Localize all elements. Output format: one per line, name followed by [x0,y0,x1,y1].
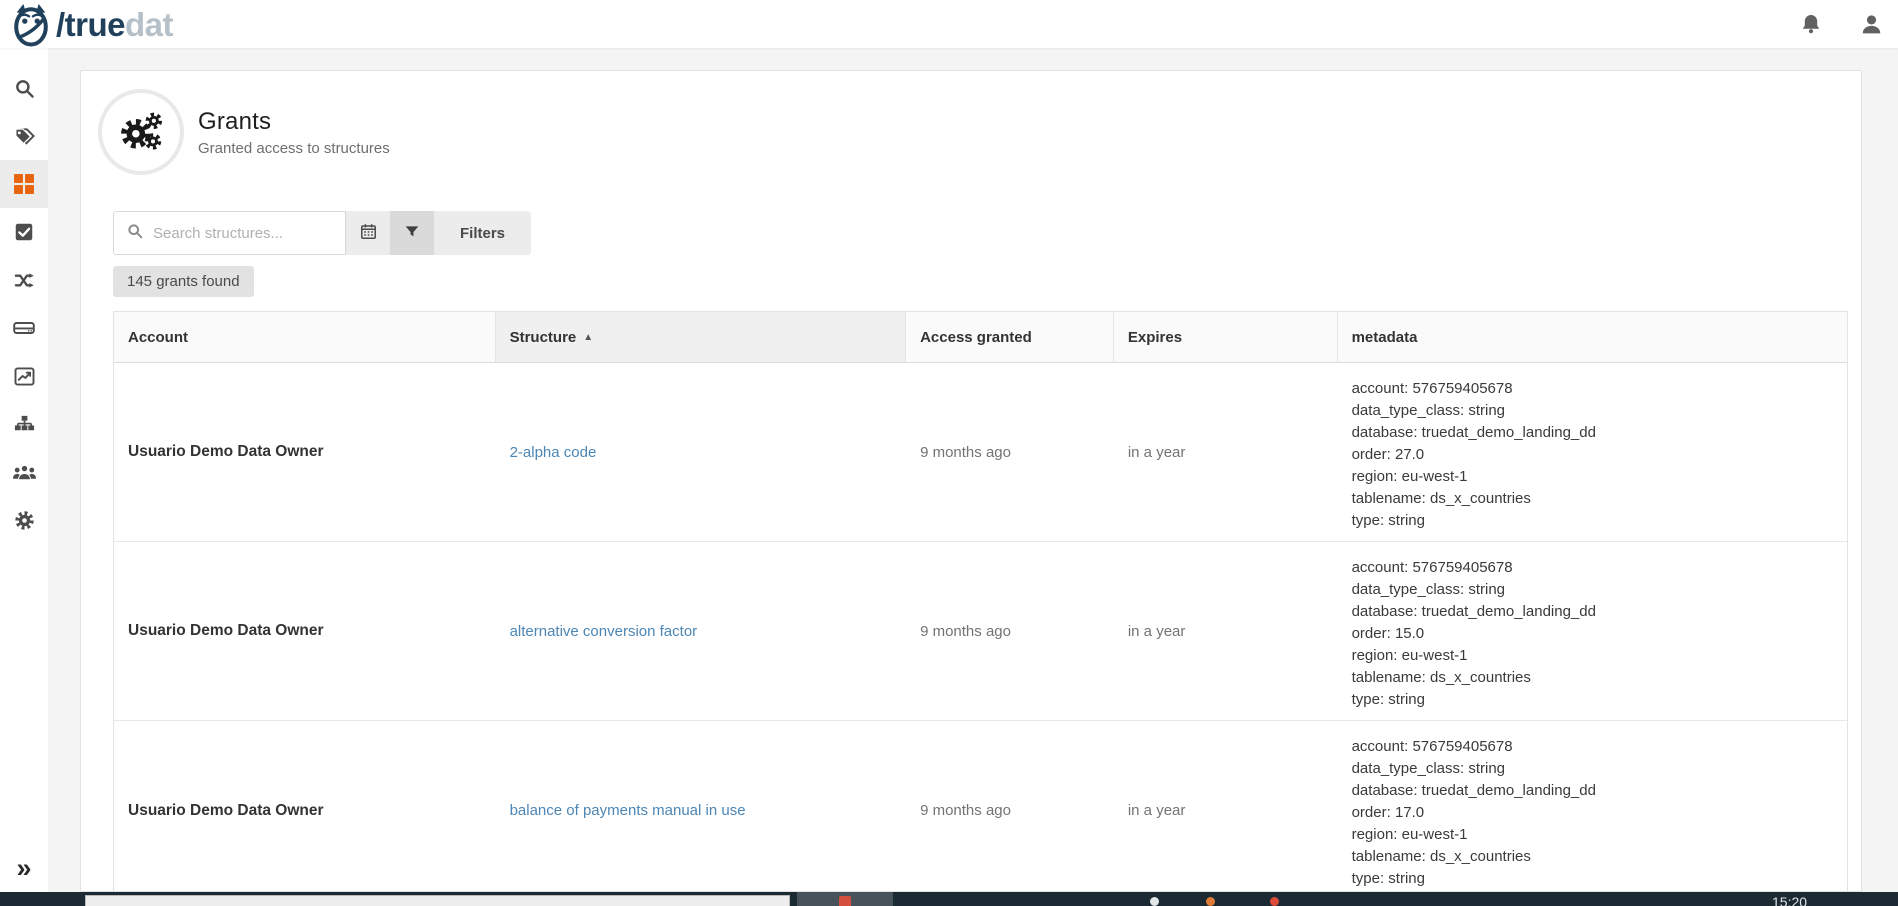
grant-access-granted-cell: 9 months ago [906,363,1114,541]
notifications-bell-icon[interactable] [1799,12,1823,36]
structure-link[interactable]: 2-alpha code [510,444,597,461]
grants-table-body: Usuario Demo Data Owner 2-alpha code 9 m… [114,363,1847,892]
data-systems-drive-icon [12,316,36,340]
grants-card: Grants Granted access to structures [80,70,1862,892]
grant-account-cell: Usuario Demo Data Owner [114,721,496,892]
grant-structure-cell: balance of payments manual in use [496,721,907,892]
grant-account: Usuario Demo Data Owner [128,443,324,461]
filters-button[interactable]: Filters [434,211,531,255]
grants-table: Account Structure ▲ Access granted Expir… [113,311,1848,892]
expires-value: in a year [1128,444,1186,461]
shuffle-icon [13,269,36,292]
grant-account-cell: Usuario Demo Data Owner [114,542,496,720]
sort-asc-icon: ▲ [583,332,593,343]
grant-metadata-cell: account: 576759405678 data_type_class: s… [1338,721,1847,892]
grant-metadata-cell: account: 576759405678 data_type_class: s… [1338,363,1847,541]
grant-access-granted-cell: 9 months ago [906,721,1114,892]
access-granted-value: 9 months ago [920,444,1011,461]
structure-link[interactable]: alternative conversion factor [510,623,698,640]
sidebar-item-tags[interactable] [0,112,48,160]
grant-structure-cell: alternative conversion factor [496,542,907,720]
structure-link[interactable]: balance of payments manual in use [510,802,746,819]
top-bar: /truedat [0,0,1898,48]
grant-account: Usuario Demo Data Owner [128,802,324,820]
grant-table-row: Usuario Demo Data Owner balance of payme… [114,721,1847,892]
sidebar-expand-chevrons[interactable]: » [0,855,48,882]
column-header-access-granted[interactable]: Access granted [906,312,1114,362]
sidebar-nav: » [0,48,48,892]
column-header-expires[interactable]: Expires [1114,312,1338,362]
page-subtitle: Granted access to structures [198,140,390,157]
expires-value: in a year [1128,802,1186,819]
taskbar-app-icon[interactable] [1270,897,1279,906]
structure-search-box [113,211,346,255]
date-range-button[interactable] [346,211,390,255]
sitemap-icon [13,413,36,436]
grant-structure-cell: 2-alpha code [496,363,907,541]
column-header-account[interactable]: Account [114,312,496,362]
access-granted-value: 9 months ago [920,623,1011,640]
taskbar-search-field[interactable] [85,895,790,906]
owl-logo-icon [10,1,52,47]
grants-gears-icon [98,89,184,175]
grant-table-row: Usuario Demo Data Owner 2-alpha code 9 m… [114,363,1847,542]
taskbar-active-app-tile[interactable] [797,892,893,906]
taskbar-clock: 15:20 [1772,894,1807,906]
sidebar-item-quality[interactable] [0,208,48,256]
filter-funnel-icon [403,223,421,244]
main-content: Grants Granted access to structures [48,48,1898,892]
grant-table-row: Usuario Demo Data Owner alternative conv… [114,542,1847,721]
taskbar-app-icon[interactable] [1150,897,1159,906]
access-granted-value: 9 months ago [920,802,1011,819]
grant-metadata-cell: account: 576759405678 data_type_class: s… [1338,542,1847,720]
search-icon [126,222,144,245]
results-count-badge: 145 grants found [113,266,254,297]
sidebar-item-structures[interactable] [0,160,48,208]
sidebar-item-analytics[interactable] [0,352,48,400]
os-taskbar: 15:20 [0,892,1898,906]
user-groups-icon [12,462,37,482]
sidebar-item-systems[interactable] [0,304,48,352]
structures-grid-icon [13,173,35,195]
brand-name: /truedat [56,8,173,41]
metadata-values: account: 576759405678 data_type_class: s… [1352,557,1596,711]
line-chart-icon [13,365,36,388]
table-header-row: Account Structure ▲ Access granted Expir… [114,311,1847,363]
column-header-metadata[interactable]: metadata [1338,312,1847,362]
page-header: Grants Granted access to structures [98,89,1845,175]
column-header-structure[interactable]: Structure ▲ [496,312,907,362]
metadata-values: account: 576759405678 data_type_class: s… [1352,736,1596,890]
tags-icon [13,125,36,148]
browser-app-icon [839,896,851,906]
search-icon [13,77,36,100]
sidebar-item-hierarchy[interactable] [0,400,48,448]
expires-value: in a year [1128,623,1186,640]
grant-access-granted-cell: 9 months ago [906,542,1114,720]
grant-account-cell: Usuario Demo Data Owner [114,363,496,541]
calendar-icon [359,222,378,244]
check-square-icon [13,221,35,243]
gear-icon [13,509,36,532]
sidebar-item-groups[interactable] [0,448,48,496]
truedat-logo[interactable]: /truedat [0,1,173,47]
search-structures-input[interactable] [153,225,333,242]
grant-expires-cell: in a year [1114,721,1338,892]
user-account-icon[interactable] [1859,12,1884,37]
metadata-values: account: 576759405678 data_type_class: s… [1352,378,1596,532]
sidebar-item-search[interactable] [0,64,48,112]
grant-account: Usuario Demo Data Owner [128,622,324,640]
grant-expires-cell: in a year [1114,542,1338,720]
search-controls: Filters [113,211,531,255]
sidebar-item-settings[interactable] [0,496,48,544]
sidebar-item-lineage[interactable] [0,256,48,304]
filter-toggle-button[interactable] [390,211,434,255]
taskbar-app-icon[interactable] [1206,897,1215,906]
page-title: Grants [198,108,390,136]
grant-expires-cell: in a year [1114,363,1338,541]
